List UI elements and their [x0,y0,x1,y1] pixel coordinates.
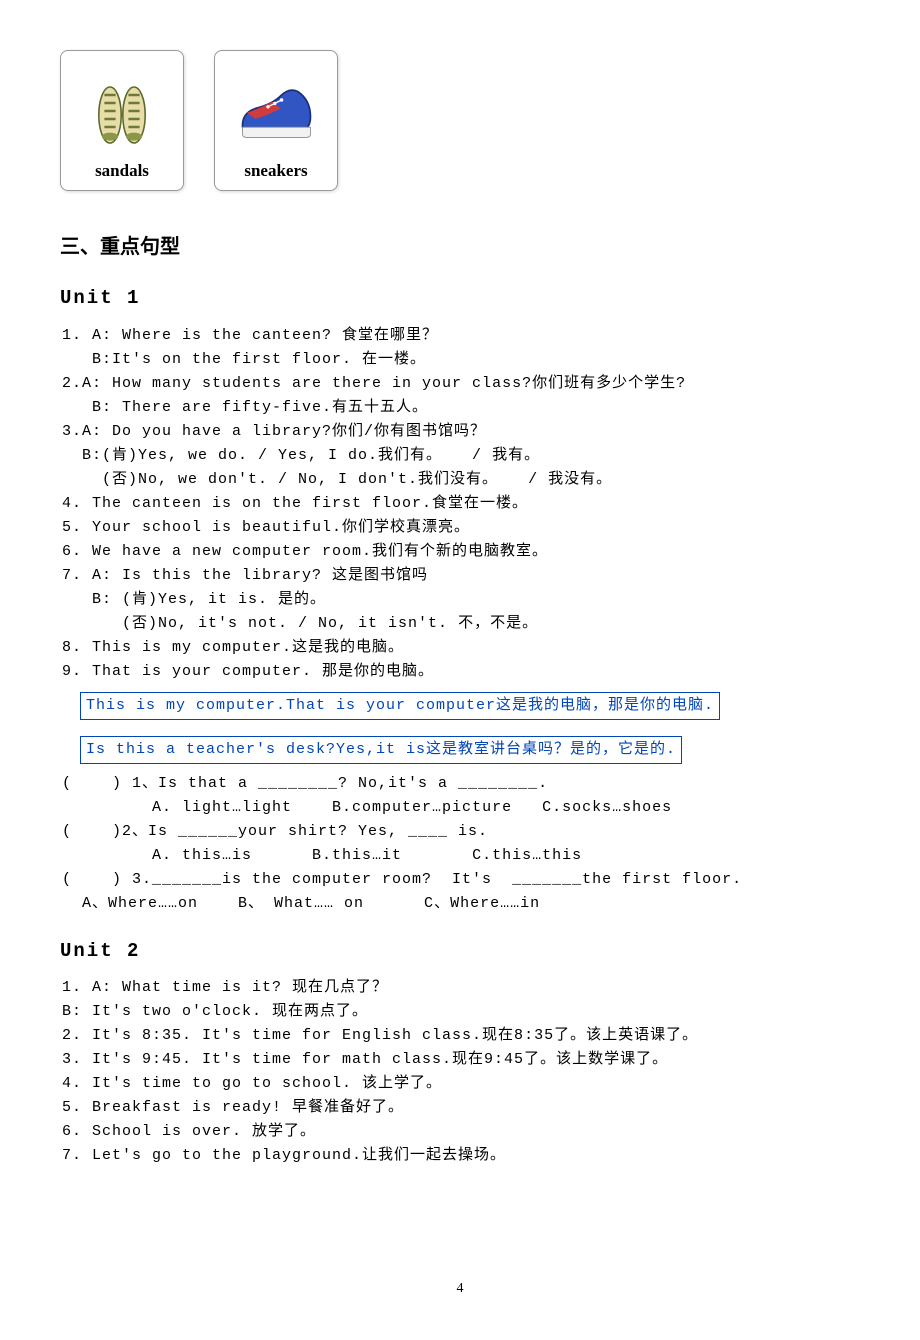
quiz-line: A. this…is B.this…it C.this…this [62,844,860,868]
card-label-sandals: sandals [67,157,177,184]
text-line: 7. Let's go to the playground.让我们一起去操场。 [62,1144,860,1168]
section-heading: 三、重点句型 [60,231,860,263]
text-line: 4. It's time to go to school. 该上学了。 [62,1072,860,1096]
quiz-line: A、Where……on B、 What…… on C、Where……in [62,892,860,916]
text-line: B:It's on the first floor. 在一楼。 [62,348,860,372]
text-line: B: There are fifty-five.有五十五人。 [62,396,860,420]
highlight-box-1: This is my computer.That is your compute… [80,692,720,720]
text-line: B: (肯)Yes, it is. 是的。 [62,588,860,612]
text-line: 2. It's 8:35. It's time for English clas… [62,1024,860,1048]
text-line: 8. This is my computer.这是我的电脑。 [62,636,860,660]
highlight-box-2: Is this a teacher's desk?Yes,it is这是教室讲台… [80,736,682,764]
text-line: 6. School is over. 放学了。 [62,1120,860,1144]
cards-row: sandals sneakers [60,50,860,191]
text-line: 4. The canteen is on the first floor.食堂在… [62,492,860,516]
page-number: 4 [60,1278,860,1300]
card-sneakers: sneakers [214,50,338,191]
text-line: 5. Breakfast is ready! 早餐准备好了。 [62,1096,860,1120]
quiz-line: A. light…light B.computer…picture C.sock… [62,796,860,820]
text-line: (否)No, it's not. / No, it isn't. 不，不是。 [62,612,860,636]
text-line: 3. It's 9:45. It's time for math class.现… [62,1048,860,1072]
text-line: 9. That is your computer. 那是你的电脑。 [62,660,860,684]
text-line: 6. We have a new computer room.我们有个新的电脑教… [62,540,860,564]
text-line: 1. A: What time is it? 现在几点了？ [62,976,860,1000]
unit1-heading: Unit 1 [60,283,860,313]
text-line: 7. A: Is this the library? 这是图书馆吗 [62,564,860,588]
text-line: B: It's two o'clock. 现在两点了。 [62,1000,860,1024]
quiz-line: ( )2、Is ______your shirt? Yes, ____ is. [62,820,860,844]
card-sandals: sandals [60,50,184,191]
quiz-line: ( ) 1、Is that a ________? No,it's a ____… [62,772,860,796]
text-line: 2.A: How many students are there in your… [62,372,860,396]
unit2-content: 1. A: What time is it? 现在几点了？ B: It's tw… [60,976,860,1168]
quiz-content: ( ) 1、Is that a ________? No,it's a ____… [60,772,860,916]
card-label-sneakers: sneakers [221,157,331,184]
text-line: (否)No, we don't. / No, I don't.我们没有。 / 我… [62,468,860,492]
sandals-icon [77,61,167,151]
quiz-line: ( ) 3._______is the computer room? It's … [62,868,860,892]
unit2-heading: Unit 2 [60,936,860,966]
unit1-content: 1. A: Where is the canteen? 食堂在哪里？ B:It'… [60,324,860,684]
text-line: B:(肯)Yes, we do. / Yes, I do.我们有。 / 我有。 [62,444,860,468]
text-line: 3.A: Do you have a library?你们/你有图书馆吗？ [62,420,860,444]
text-line: 5. Your school is beautiful.你们学校真漂亮。 [62,516,860,540]
sneakers-icon [231,61,321,151]
text-line: 1. A: Where is the canteen? 食堂在哪里？ [62,324,860,348]
